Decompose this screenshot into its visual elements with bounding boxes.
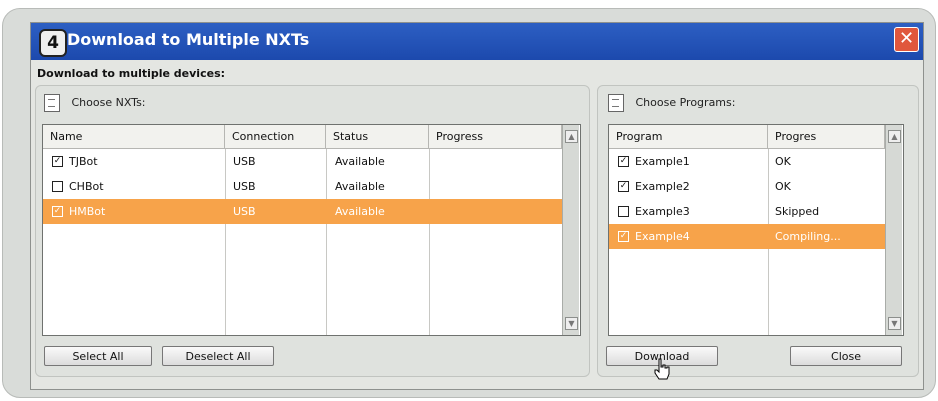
nxt-name: TJBot	[69, 155, 98, 168]
program-progress: OK	[775, 155, 791, 168]
nxt-table-scrollbar[interactable]: ▲ ▼	[562, 125, 579, 335]
scroll-up-icon[interactable]: ▲	[565, 130, 578, 143]
program-progress: Skipped	[775, 205, 820, 218]
close-button[interactable]: Close	[790, 346, 902, 366]
choose-programs-label: Choose Programs:	[635, 96, 736, 109]
program-row-example2[interactable]: ✓ Example2 OK	[609, 174, 885, 199]
program-name: Example2	[635, 180, 690, 193]
deselect-all-button[interactable]: Deselect All	[162, 346, 274, 366]
column-header-name[interactable]: Name	[43, 125, 225, 149]
nxt-checkbox[interactable]: ✓	[52, 205, 63, 217]
download-dialog: 4 Download to Multiple NXTs ✕ Download t…	[30, 22, 924, 390]
title-bar: 4 Download to Multiple NXTs ✕	[31, 23, 923, 60]
program-checkbox[interactable]	[618, 205, 629, 217]
nxt-row-chbot[interactable]: CHBot USB Available	[43, 174, 562, 199]
section-label: Download to multiple devices:	[37, 67, 226, 80]
column-header-progress[interactable]: Progress	[429, 125, 562, 149]
program-name: Example1	[635, 155, 690, 168]
nxt-status: Available	[335, 205, 385, 218]
nxt-checkbox[interactable]	[52, 180, 63, 192]
scroll-up-icon[interactable]: ▲	[888, 130, 901, 143]
program-checkbox[interactable]: ✓	[618, 180, 629, 192]
scroll-down-icon[interactable]: ▼	[888, 317, 901, 330]
choose-programs-panel: Choose Programs: Program Progres ✓ Exampl…	[597, 85, 919, 377]
column-header-status[interactable]: Status	[326, 125, 429, 149]
nxt-connection: USB	[233, 180, 256, 193]
column-header-program[interactable]: Program	[609, 125, 768, 149]
choose-nxts-header: Choose NXTs:	[44, 94, 146, 112]
nxt-connection: USB	[233, 205, 256, 218]
program-checkbox[interactable]: ✓	[618, 155, 629, 167]
select-all-button[interactable]: Select All	[44, 346, 152, 366]
window-title: Download to Multiple NXTs	[67, 30, 310, 49]
nxt-row-tjbot[interactable]: ✓ TJBot USB Available	[43, 149, 562, 174]
choose-nxts-label: Choose NXTs:	[71, 96, 146, 109]
nxt-connection: USB	[233, 155, 256, 168]
close-window-icon[interactable]: ✕	[894, 27, 919, 52]
column-header-connection[interactable]: Connection	[225, 125, 326, 149]
nxt-table: Name Connection Status Progress ✓ TJBot U…	[42, 124, 581, 336]
program-table-scrollbar[interactable]: ▲ ▼	[885, 125, 902, 335]
choose-nxts-panel: Choose NXTs: Name Connection Status Prog…	[35, 85, 590, 377]
choose-programs-header: Choose Programs:	[608, 94, 735, 112]
program-row-example1[interactable]: ✓ Example1 OK	[609, 149, 885, 174]
program-checkbox[interactable]: ✓	[618, 230, 629, 242]
program-name: Example3	[635, 205, 690, 218]
program-table: Program Progres ✓ Example1 OK ✓ Example2 O…	[608, 124, 904, 336]
nxt-status: Available	[335, 155, 385, 168]
step-number-badge: 4	[39, 29, 67, 57]
nxt-status: Available	[335, 180, 385, 193]
column-header-progress[interactable]: Progres	[768, 125, 885, 149]
document-icon	[608, 94, 624, 112]
nxt-name: HMBot	[69, 205, 106, 218]
hand-pointer-icon	[654, 358, 670, 380]
nxt-checkbox[interactable]: ✓	[52, 155, 63, 167]
nxt-row-hmbot[interactable]: ✓ HMBot USB Available	[43, 199, 562, 224]
program-row-example3[interactable]: Example3 Skipped	[609, 199, 885, 224]
program-name: Example4	[635, 230, 690, 243]
nxt-name: CHBot	[69, 180, 104, 193]
program-progress: OK	[775, 180, 791, 193]
program-progress: Compiling...	[775, 230, 841, 243]
program-row-example4[interactable]: ✓ Example4 Compiling...	[609, 224, 885, 249]
document-icon	[44, 94, 60, 112]
scroll-down-icon[interactable]: ▼	[565, 317, 578, 330]
